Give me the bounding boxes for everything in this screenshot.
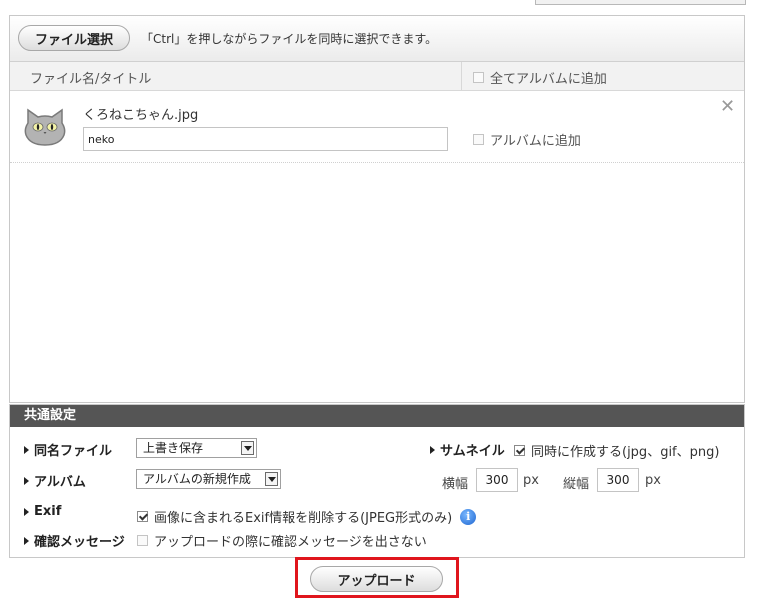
same-name-file-label: 同名ファイル bbox=[24, 440, 112, 459]
file-list-panel: ファイル選択 「Ctrl」を押しながらファイルを同時に選択できます。 ファイル名… bbox=[9, 15, 745, 403]
upload-button[interactable]: アップロード bbox=[310, 566, 443, 592]
confirm-message-option[interactable]: アップロードの際に確認メッセージを出さない bbox=[137, 531, 427, 550]
thumbnail-height-input[interactable] bbox=[597, 468, 639, 492]
exif-label: Exif bbox=[24, 504, 61, 519]
exif-remove-label: 画像に含まれるExif情報を削除する(JPEG形式のみ) bbox=[154, 511, 453, 526]
thumbnail-label-text: サムネイル bbox=[440, 444, 505, 459]
add-to-album[interactable]: アルバムに追加 bbox=[473, 130, 581, 149]
multi-select-hint: 「Ctrl」を押しながらファイルを同時に選択できます。 bbox=[141, 32, 438, 46]
add-to-album-checkbox[interactable] bbox=[473, 134, 484, 145]
album-selected: アルバムの新規作成 bbox=[143, 472, 251, 486]
thumbnail-create-label: 同時に作成する(jpg、gif、png) bbox=[531, 445, 720, 460]
thumbnail-width-label: 横幅 bbox=[442, 477, 469, 492]
file-title-input[interactable] bbox=[83, 127, 448, 151]
triangle-right-icon bbox=[24, 476, 29, 485]
common-settings-panel: 共通設定 同名ファイル 上書き保存 アルバム アルバムの新規作成 Exif 画像… bbox=[9, 404, 745, 558]
toolbar: ファイル選択 「Ctrl」を押しながらファイルを同時に選択できます。 bbox=[10, 16, 744, 62]
file-name: くろねこちゃん.jpg bbox=[83, 108, 199, 123]
common-settings-heading: 共通設定 bbox=[10, 405, 744, 427]
exif-remove-checkbox[interactable] bbox=[137, 511, 148, 522]
same-name-file-select[interactable]: 上書き保存 bbox=[136, 438, 257, 458]
thumbnail-height-unit: px bbox=[645, 473, 661, 488]
top-tab-edge bbox=[535, 0, 746, 5]
thumbnail-height-label: 縦幅 bbox=[563, 477, 590, 492]
dropdown-arrow-icon bbox=[265, 472, 278, 486]
thumbnail-width-unit: px bbox=[523, 473, 539, 488]
column-title-filename: ファイル名/タイトル bbox=[30, 72, 152, 87]
confirm-message-label: 確認メッセージ bbox=[24, 531, 125, 550]
select-files-button[interactable]: ファイル選択 bbox=[18, 25, 130, 51]
album-select[interactable]: アルバムの新規作成 bbox=[136, 469, 281, 489]
triangle-right-icon bbox=[24, 445, 29, 454]
confirm-message-option-label: アップロードの際に確認メッセージを出さない bbox=[154, 535, 427, 550]
add-all-label: 全てアルバムに追加 bbox=[490, 72, 607, 87]
black-cat-icon bbox=[22, 107, 68, 151]
exif-label-text: Exif bbox=[34, 504, 62, 519]
add-all-to-album[interactable]: 全てアルバムに追加 bbox=[473, 68, 607, 87]
same-name-file-label-text: 同名ファイル bbox=[34, 444, 113, 459]
thumbnail-create-option[interactable]: 同時に作成する(jpg、gif、png) bbox=[514, 441, 719, 460]
same-name-file-selected: 上書き保存 bbox=[143, 441, 204, 455]
info-icon[interactable]: i bbox=[460, 508, 477, 525]
thumbnail-width-input[interactable] bbox=[476, 468, 518, 492]
file-list-header: ファイル名/タイトル 全てアルバムに追加 bbox=[10, 62, 744, 91]
add-all-checkbox[interactable] bbox=[473, 72, 484, 83]
triangle-right-icon bbox=[24, 507, 29, 516]
album-label-text: アルバム bbox=[34, 475, 86, 490]
thumbnail-create-checkbox[interactable] bbox=[514, 445, 525, 456]
remove-file-close-icon[interactable]: ✕ bbox=[720, 98, 735, 116]
exif-remove-option[interactable]: 画像に含まれるExif情報を削除する(JPEG形式のみ) i bbox=[137, 507, 477, 526]
confirm-message-checkbox[interactable] bbox=[137, 535, 148, 546]
file-row: くろねこちゃん.jpg アルバムに追加 ✕ bbox=[10, 91, 744, 163]
album-label: アルバム bbox=[24, 471, 86, 490]
column-divider bbox=[461, 62, 462, 90]
thumbnail-label: サムネイル bbox=[430, 440, 505, 459]
add-to-album-label: アルバムに追加 bbox=[490, 134, 581, 149]
triangle-right-icon bbox=[430, 445, 435, 454]
confirm-message-label-text: 確認メッセージ bbox=[34, 535, 125, 550]
triangle-right-icon bbox=[24, 536, 29, 545]
dropdown-arrow-icon bbox=[241, 441, 254, 455]
